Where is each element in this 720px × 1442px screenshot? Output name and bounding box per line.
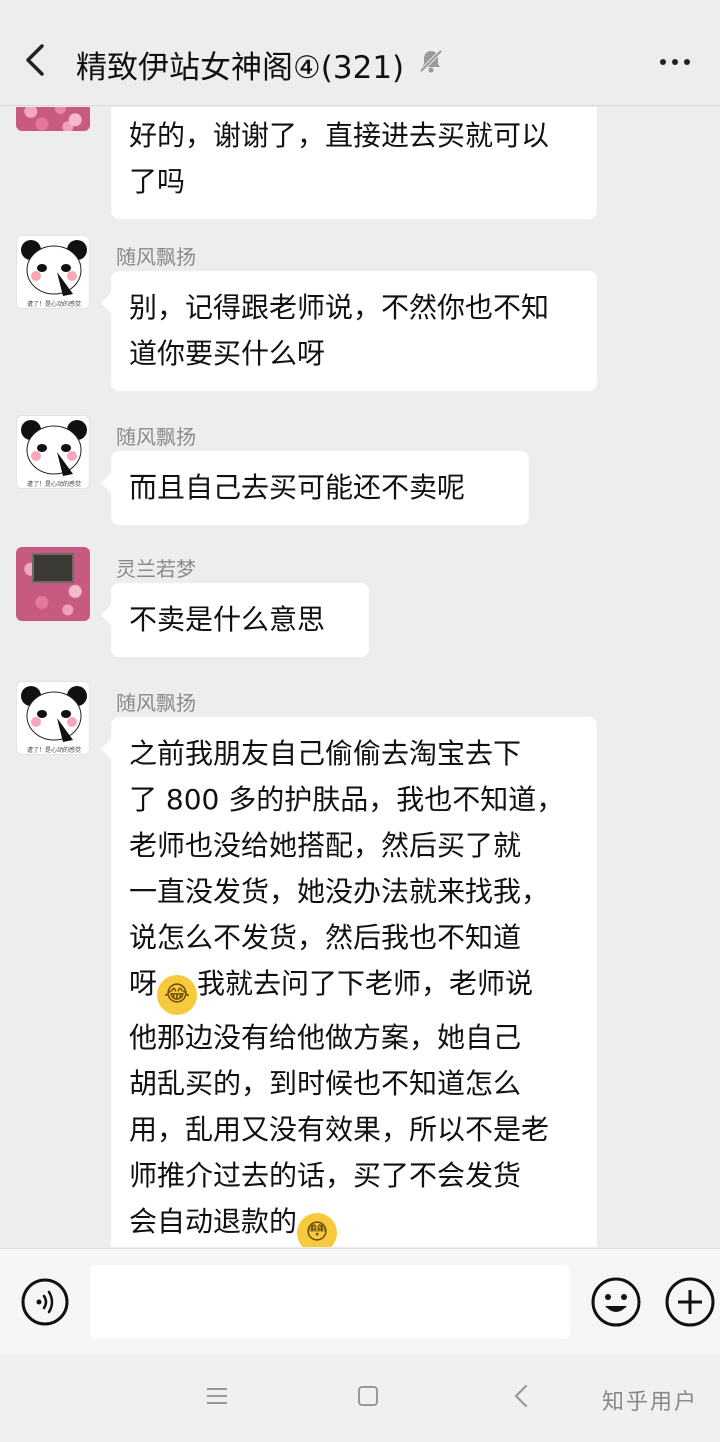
message-bubble[interactable]: 不卖是什么意思 xyxy=(101,583,369,657)
avatar[interactable] xyxy=(16,107,90,131)
avatar[interactable]: 遭了！是心动的感觉 xyxy=(16,235,90,309)
nav-back-button[interactable] xyxy=(510,1382,534,1410)
message-line: 他那边没有给他做方案，她自己 xyxy=(129,1021,522,1054)
plus-icon xyxy=(665,1277,715,1327)
emoji-button[interactable] xyxy=(590,1276,642,1328)
message-line: 了 800 多的护肤品，我也不知道， xyxy=(129,783,565,816)
message-line: 呀 😂 我就去问了下老师，老师说 xyxy=(129,961,579,1015)
dot-icon xyxy=(660,59,666,65)
chat-header: 精致伊站女神阁④(321) xyxy=(0,12,720,106)
avatar[interactable] xyxy=(16,547,90,621)
menu-icon xyxy=(207,1388,227,1404)
panda-face-icon: 遭了！是心动的感觉 xyxy=(21,686,87,754)
system-navigation-bar: 知乎用户 xyxy=(0,1354,720,1442)
message-line: 老师也没给她搭配，然后买了就 xyxy=(129,829,522,862)
message-text: 而且自己去买可能还不卖呢 xyxy=(129,471,466,504)
message-text: 不卖是什么意思 xyxy=(129,603,326,636)
nav-menu-button[interactable] xyxy=(205,1384,229,1408)
more-options-button[interactable] xyxy=(660,50,704,70)
voice-input-button[interactable] xyxy=(20,1277,70,1327)
dot-icon xyxy=(672,59,678,65)
svg-text:遭了！是心动的感觉: 遭了！是心动的感觉 xyxy=(27,300,81,308)
message-line: 会自动退款的 😳 xyxy=(129,1199,579,1247)
message-input-bar xyxy=(0,1248,720,1354)
square-icon xyxy=(358,1386,378,1406)
status-bar xyxy=(0,0,720,12)
more-functions-button[interactable] xyxy=(664,1276,716,1328)
voice-icon xyxy=(21,1278,69,1326)
sender-name: 随风飘扬 xyxy=(116,691,196,715)
avatar-photo-frame xyxy=(32,553,74,583)
smiley-icon xyxy=(591,1277,641,1327)
sender-name: 灵兰若梦 xyxy=(116,557,196,581)
flushed-emoji-icon: 😳 xyxy=(297,1213,338,1247)
message-line: 说怎么不发货，然后我也不知道 xyxy=(129,921,522,954)
message-line: 师推介过去的话，买了不会发货 xyxy=(129,1159,522,1192)
message-line: 胡乱买的，到时候也不知道怎么 xyxy=(129,1067,522,1100)
nav-home-button[interactable] xyxy=(356,1384,380,1408)
chat-message-list[interactable]: 好的，谢谢了，直接进去买就可以 了吗 遭了！是心动的感觉 随风飘扬 别，记得跟老… xyxy=(0,107,720,1247)
laughing-tears-emoji-icon: 😂 xyxy=(157,975,198,1015)
panda-face-icon: 遭了！是心动的感觉 xyxy=(21,240,87,308)
message-bubble[interactable]: 别，记得跟老师说，不然你也不知 道你要买什么呀 xyxy=(101,271,597,391)
sender-name: 随风飘扬 xyxy=(116,245,196,269)
avatar[interactable]: 遭了！是心动的感觉 xyxy=(16,415,90,489)
chat-title: 精致伊站女神阁④(321) xyxy=(76,50,405,86)
chevron-left-icon xyxy=(514,1384,528,1408)
message-input[interactable] xyxy=(90,1265,570,1339)
message-text: 别，记得跟老师说，不然你也不知 道你要买什么呀 xyxy=(129,291,550,370)
message-text: 好的，谢谢了，直接进去买就可以 了吗 xyxy=(129,119,550,198)
avatar[interactable]: 遭了！是心动的感觉 xyxy=(16,681,90,755)
chevron-left-icon xyxy=(26,44,44,76)
mute-bell-icon xyxy=(419,49,443,73)
sender-name: 随风飘扬 xyxy=(116,425,196,449)
panda-face-icon: 遭了！是心动的感觉 xyxy=(21,420,87,488)
message-line: 之前我朋友自己偷偷去淘宝去下 xyxy=(129,737,522,770)
message-bubble[interactable]: 好的，谢谢了，直接进去买就可以 了吗 xyxy=(111,107,597,219)
svg-text:遭了！是心动的感觉: 遭了！是心动的感觉 xyxy=(27,480,81,488)
message-bubble[interactable]: 而且自己去买可能还不卖呢 xyxy=(101,451,529,525)
back-button[interactable] xyxy=(18,40,54,80)
dot-icon xyxy=(684,59,690,65)
watermark: 知乎用户 xyxy=(601,1390,698,1415)
message-line: 一直没发货，她没办法就来找我， xyxy=(129,875,550,908)
svg-text:遭了！是心动的感觉: 遭了！是心动的感觉 xyxy=(27,746,81,754)
message-line: 用，乱用又没有效果，所以不是老 xyxy=(129,1113,550,1146)
message-bubble[interactable]: 之前我朋友自己偷偷去淘宝去下 了 800 多的护肤品，我也不知道， 老师也没给她… xyxy=(101,717,597,1247)
